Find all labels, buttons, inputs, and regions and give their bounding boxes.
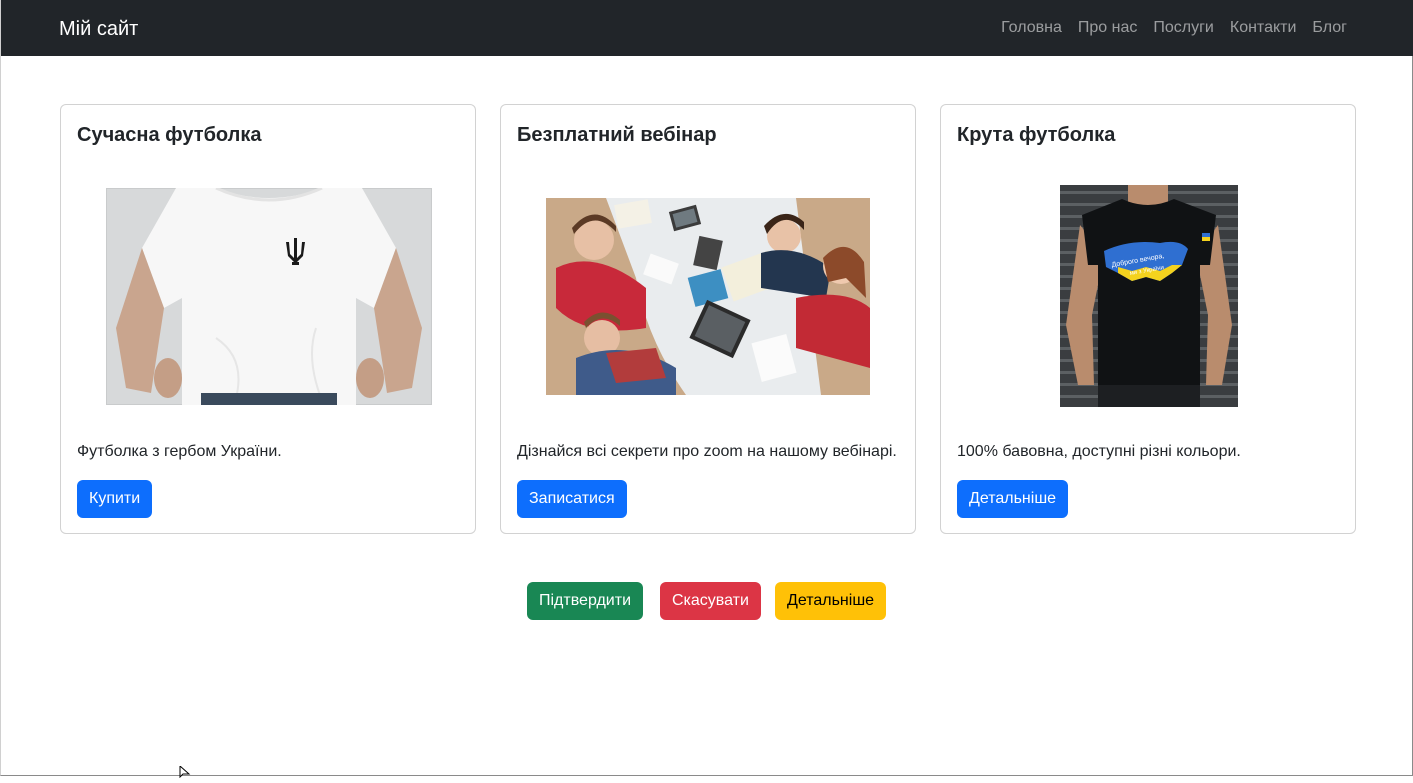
cancel-button[interactable]: Скасувати — [660, 582, 761, 620]
brand-link[interactable]: Мій сайт — [59, 15, 138, 43]
mouse-cursor-icon — [179, 764, 191, 783]
product-card-tshirt: Сучасна футболка Футболка з гербом Украї… — [60, 104, 476, 534]
nav-link-about[interactable]: Про нас — [1078, 17, 1137, 39]
navbar: Мій сайт Головна Про нас Послуги Контакт… — [1, 0, 1413, 56]
card-title: Сучасна футболка — [77, 124, 262, 146]
card-title: Крута футболка — [957, 124, 1116, 146]
confirm-button[interactable]: Підтвердити — [527, 582, 644, 620]
tshirt-black-image: Доброго вечора, ми з України — [1060, 185, 1238, 407]
register-button[interactable]: Записатися — [517, 480, 627, 518]
nav-link-contacts[interactable]: Контакти — [1230, 17, 1297, 39]
buy-button[interactable]: Купити — [77, 480, 153, 518]
tshirt-white-image — [106, 188, 432, 405]
webinar-students-image — [546, 198, 870, 395]
nav-link-services[interactable]: Послуги — [1153, 17, 1214, 39]
nav-link-home[interactable]: Головна — [1001, 17, 1062, 39]
nav-link-blog[interactable]: Блог — [1312, 17, 1347, 39]
webinar-card: Безплатний вебінар Дізнайся всі секрети … — [500, 104, 916, 534]
nav-links: Головна Про нас Послуги Контакти Блог — [1001, 17, 1347, 39]
product-card-cool-tshirt: Крута футболка Доброго вечора, ми з Укра… — [940, 104, 1356, 534]
details-button[interactable]: Детальніше — [957, 480, 1069, 518]
card-title: Безплатний вебінар — [517, 124, 717, 146]
card-description: Футболка з гербом України. — [77, 443, 282, 460]
card-description: 100% бавовна, доступні різні кольори. — [957, 443, 1241, 460]
details-button-warning[interactable]: Детальніше — [775, 582, 887, 620]
card-description: Дізнайся всі секрети про zoom на нашому … — [517, 443, 897, 460]
